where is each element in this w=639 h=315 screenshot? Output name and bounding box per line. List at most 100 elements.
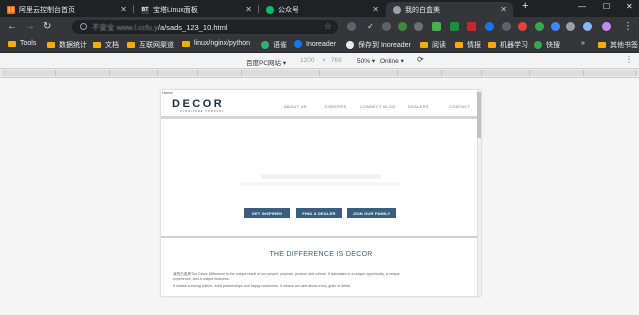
emulated-page[interactable]: Home DECOR FURNITURE COMPANY ABOUT US CA… <box>161 90 481 296</box>
window-close-button[interactable]: ✕ <box>626 2 633 11</box>
bookmark-label: 阅读 <box>432 42 446 49</box>
ruler-segment[interactable] <box>320 70 398 76</box>
url-text: 不安全 www.l.ccfu.y/a/sads_123_10.html <box>92 22 228 33</box>
bookmark-tools[interactable]: Tools <box>8 40 36 47</box>
nav-connect-blog[interactable]: CONNECT BLOG <box>360 104 396 109</box>
extension-icon[interactable] <box>502 22 511 31</box>
ruler-segment[interactable] <box>398 70 442 76</box>
extension-icon[interactable] <box>432 22 441 31</box>
new-tab-button[interactable]: + <box>522 0 528 12</box>
device-select[interactable]: 百度PC网站 ▾ <box>246 57 286 67</box>
extension-icon[interactable] <box>518 22 527 31</box>
extension-icon[interactable] <box>467 22 476 31</box>
width-field[interactable]: 1200 <box>300 57 314 64</box>
bookmark-label: Tools <box>20 40 37 47</box>
extension-icon[interactable] <box>551 22 560 31</box>
paragraph-line: experience, and a unique business. <box>173 277 230 281</box>
folder-icon <box>488 42 496 48</box>
hero-subtext <box>241 182 401 186</box>
ruler-segment[interactable] <box>442 70 482 76</box>
bookmark-inoreader[interactable]: Inoreader <box>294 40 336 48</box>
header-divider <box>161 116 481 119</box>
ruler-segment[interactable] <box>198 70 242 76</box>
bookmark-label: 快搜 <box>546 42 560 49</box>
bookmark-linux[interactable]: linux/nginx/python <box>182 40 250 47</box>
find-dealer-button[interactable]: FIND A DEALER <box>296 208 342 218</box>
nav-careers[interactable]: CAREERS <box>325 104 346 109</box>
inoreader-icon <box>294 40 302 48</box>
ruler-segment[interactable] <box>158 70 198 76</box>
menu-icon[interactable]: ⋮ <box>623 21 633 33</box>
extension-icon[interactable] <box>414 22 423 31</box>
tab-active-page[interactable]: 我的白盒美 ✕ <box>386 2 513 17</box>
bookmark-yuque[interactable]: 语雀 <box>261 40 287 50</box>
network-label: Online <box>380 58 399 65</box>
extension-icon[interactable] <box>398 22 407 31</box>
aliyun-icon: [-] <box>7 5 15 14</box>
bookmark-intel[interactable]: 情报 <box>455 40 481 50</box>
extension-icon[interactable] <box>347 22 356 31</box>
bookmark-kuaisou[interactable]: 快搜 <box>534 40 560 50</box>
bookmark-ml[interactable]: 机器学习 <box>488 40 528 50</box>
minimize-button[interactable]: — <box>578 2 586 11</box>
nav-contact[interactable]: CONTACT <box>449 104 470 109</box>
bookmarks-overflow-button[interactable]: » <box>581 40 585 47</box>
extension-icon[interactable] <box>566 22 575 31</box>
bookmark-data-stats[interactable]: 数据统计 <box>47 40 87 50</box>
tab-wechat[interactable]: 公众号 ✕ <box>259 2 385 17</box>
info-icon[interactable] <box>80 23 87 30</box>
ruler-segment[interactable] <box>530 70 584 76</box>
ruler-segment[interactable] <box>482 70 530 76</box>
folder-icon <box>93 42 101 48</box>
section-divider <box>161 236 481 238</box>
page-scrollbar[interactable] <box>477 90 481 296</box>
ruler-segment[interactable] <box>110 70 158 76</box>
close-icon[interactable]: ✕ <box>120 5 127 14</box>
wechat-icon <box>266 5 274 14</box>
scrollbar-thumb[interactable] <box>477 92 481 138</box>
check-icon[interactable]: ✓ <box>366 22 375 31</box>
site-logo[interactable]: DECOR <box>172 98 224 110</box>
close-icon[interactable]: ✕ <box>245 5 252 14</box>
join-family-button[interactable]: JOIN OUR FAMILY <box>347 208 396 218</box>
rotate-icon[interactable]: ⟳ <box>417 55 424 64</box>
bookmark-docs[interactable]: 文档 <box>93 40 119 50</box>
close-icon[interactable]: ✕ <box>372 5 379 14</box>
bookmark-label: Inoreader <box>306 40 336 48</box>
bookmark-internet-channels[interactable]: 互联网渠道 <box>127 40 174 50</box>
tab-baota[interactable]: BT 宝塔Linux面板 ✕ <box>134 2 258 17</box>
star-icon[interactable]: ☆ <box>324 21 332 32</box>
extension-icon[interactable] <box>485 22 494 31</box>
close-icon[interactable]: ✕ <box>500 5 507 14</box>
ruler-segment[interactable] <box>56 70 110 76</box>
ruler-segment[interactable] <box>242 70 320 76</box>
extension-icon[interactable] <box>583 22 592 31</box>
times-sign: × <box>322 57 326 64</box>
ruler-segment[interactable] <box>2 70 56 76</box>
evernote-icon[interactable] <box>450 22 459 31</box>
bookmark-other[interactable]: 其他书签 <box>598 40 638 50</box>
height-field[interactable]: 768 <box>331 57 342 64</box>
network-select[interactable]: Online ▾ <box>380 57 404 65</box>
tab-title: 阿里云控制台首页 <box>19 6 75 14</box>
back-arrow-icon[interactable]: ← <box>7 21 17 33</box>
nav-about-us[interactable]: ABOUT US <box>284 104 307 109</box>
get-inspired-button[interactable]: GET INSPIRED <box>244 208 290 218</box>
url-host: www.l.ccfu.y <box>116 23 158 32</box>
breadcrumb[interactable]: Home <box>162 90 173 95</box>
folder-icon <box>455 42 463 48</box>
more-options-icon[interactable]: ⋮ <box>625 55 633 64</box>
tab-aliyun[interactable]: [-] 阿里云控制台首页 ✕ <box>0 2 133 17</box>
ruler-segment[interactable] <box>584 70 637 76</box>
extension-icon[interactable] <box>382 22 391 31</box>
bookmark-reading[interactable]: 阅读 <box>420 40 446 50</box>
extension-icon[interactable] <box>535 22 544 31</box>
address-bar[interactable]: 不安全 www.l.ccfu.y/a/sads_123_10.html ☆ <box>72 20 338 34</box>
nav-dealers[interactable]: DEALERS <box>408 104 429 109</box>
forward-arrow-icon[interactable]: → <box>25 21 35 33</box>
avatar[interactable] <box>602 22 611 31</box>
bookmark-save-inoreader[interactable]: 保存到 Inoreader <box>346 40 411 50</box>
reload-icon[interactable]: ↻ <box>43 21 51 33</box>
maximize-button[interactable]: ☐ <box>603 2 610 11</box>
zoom-select[interactable]: 50% ▾ <box>357 57 375 65</box>
